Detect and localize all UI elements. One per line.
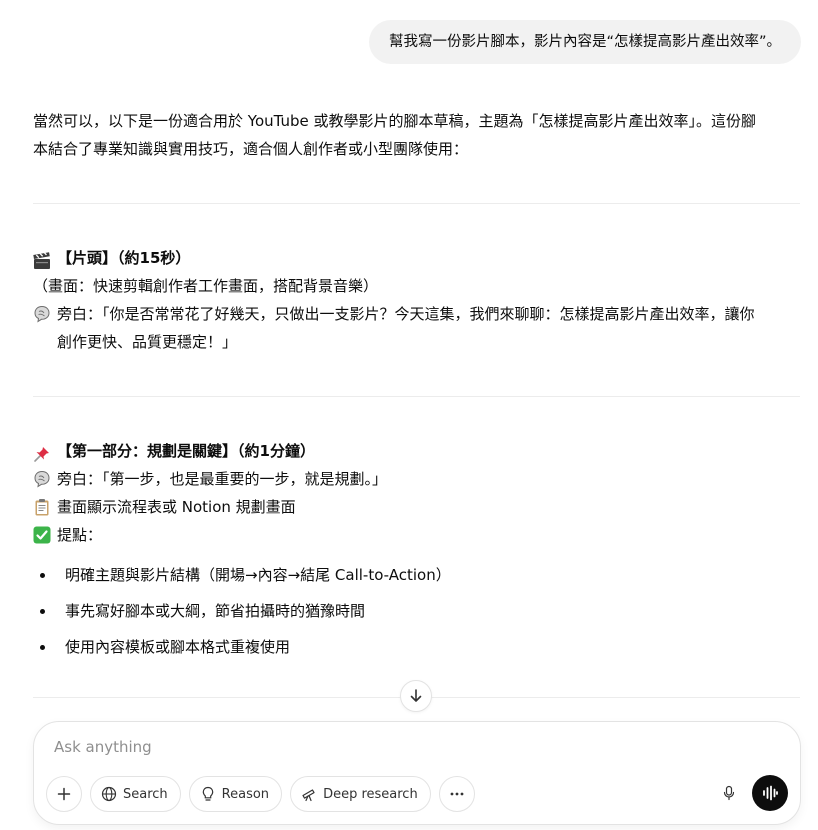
divider bbox=[33, 203, 800, 204]
screen-description: 畫面顯示流程表或 Notion 規劃畫面 bbox=[33, 493, 801, 521]
tips-list: 明確主題與影片結構（開場→內容→結尾 Call-to-Action） 事先寫好腳… bbox=[33, 557, 801, 665]
add-attachment-button[interactable] bbox=[46, 776, 82, 812]
voice-mode-button[interactable] bbox=[752, 775, 788, 811]
assistant-response: 當然可以，以下是一份適合用於 YouTube 或教學影片的腳本草稿，主題為「怎樣… bbox=[33, 107, 801, 163]
message-composer: Ask anything Search Reason Deep research bbox=[33, 721, 801, 825]
message-input[interactable]: Ask anything bbox=[54, 738, 152, 756]
deep-research-label: Deep research bbox=[323, 786, 418, 802]
telescope-icon bbox=[302, 789, 315, 802]
section-title: 【片頭】（約15秒） bbox=[33, 244, 801, 272]
clipboard-icon bbox=[35, 499, 49, 516]
pushpin-icon bbox=[34, 446, 49, 462]
scroll-down-button[interactable] bbox=[400, 680, 432, 712]
clapper-board-icon bbox=[33, 251, 50, 269]
check-mark-icon bbox=[33, 526, 51, 544]
tips-label-row: 提點： bbox=[33, 521, 801, 549]
speech-bubble-icon bbox=[34, 305, 50, 323]
lightbulb-icon bbox=[202, 786, 213, 801]
narration-line-2: 創作更快、品質更穩定！」 bbox=[57, 333, 238, 351]
intro-line-1: 當然可以，以下是一份適合用於 YouTube 或教學影片的腳本草稿，主題為「怎樣… bbox=[33, 112, 757, 130]
narration-line-1: 旁白：「你是否常常花了好幾天，只做出一支影片？今天這集，我們來聊聊：怎樣提高影片… bbox=[57, 305, 755, 323]
intro-paragraph: 當然可以，以下是一份適合用於 YouTube 或教學影片的腳本草稿，主題為「怎樣… bbox=[33, 107, 801, 163]
narration: 旁白：「第一步，也是最重要的一步，就是規劃。」 bbox=[33, 465, 801, 493]
microphone-icon bbox=[723, 785, 735, 801]
globe-icon bbox=[101, 786, 117, 802]
intro-line-2: 本結合了專業知識與實用技巧，適合個人創作者或小型團隊使用： bbox=[33, 140, 469, 158]
screen-text: 畫面顯示流程表或 Notion 規劃畫面 bbox=[57, 498, 296, 516]
tips-label: 提點： bbox=[57, 526, 103, 544]
plus-icon bbox=[57, 787, 71, 801]
ellipsis-icon bbox=[450, 792, 464, 796]
section-title: 【第一部分：規劃是關鍵】（約1分鐘） bbox=[33, 437, 801, 465]
narration-text: 旁白：「第一步，也是最重要的一步，就是規劃。」 bbox=[57, 470, 388, 488]
search-label: Search bbox=[123, 786, 168, 802]
section-title-text: 【第一部分：規劃是關鍵】（約1分鐘） bbox=[57, 442, 315, 460]
list-item: 明確主題與影片結構（開場→內容→結尾 Call-to-Action） bbox=[33, 557, 801, 593]
more-tools-button[interactable] bbox=[438, 776, 475, 812]
user-message-text: 幫我寫一份影片腳本，影片內容是“怎樣提高影片產出效率”。 bbox=[388, 34, 781, 50]
deep-research-button[interactable]: Deep research bbox=[290, 776, 431, 812]
section-planning: 【第一部分：規劃是關鍵】（約1分鐘） 旁白：「第一步，也是最重要的一步，就是規劃… bbox=[33, 437, 801, 665]
dictate-button[interactable] bbox=[712, 776, 746, 810]
composer-toolbar: Search Reason Deep research bbox=[46, 776, 475, 812]
scene-description: （畫面：快速剪輯創作者工作畫面，搭配背景音樂） bbox=[33, 272, 801, 300]
list-item: 使用內容模板或腳本格式重複使用 bbox=[33, 629, 801, 665]
reason-button[interactable]: Reason bbox=[188, 776, 283, 812]
user-message-bubble: 幫我寫一份影片腳本，影片內容是“怎樣提高影片產出效率”。 bbox=[368, 20, 801, 64]
speech-bubble-icon bbox=[34, 470, 50, 488]
list-item: 事先寫好腳本或大綱，節省拍攝時的猶豫時間 bbox=[33, 593, 801, 629]
section-title-text: 【片頭】（約15秒） bbox=[57, 249, 191, 267]
divider bbox=[33, 396, 800, 397]
narration: 旁白：「你是否常常花了好幾天，只做出一支影片？今天這集，我們來聊聊：怎樣提高影片… bbox=[33, 300, 801, 356]
search-button[interactable]: Search bbox=[90, 776, 181, 812]
scene-text: （畫面：快速剪輯創作者工作畫面，搭配背景音樂） bbox=[33, 277, 379, 295]
section-intro: 【片頭】（約15秒） （畫面：快速剪輯創作者工作畫面，搭配背景音樂） 旁白：「你… bbox=[33, 244, 801, 356]
arrow-down-icon bbox=[410, 689, 422, 702]
reason-label: Reason bbox=[221, 786, 270, 802]
voice-waveform-icon bbox=[763, 785, 778, 801]
